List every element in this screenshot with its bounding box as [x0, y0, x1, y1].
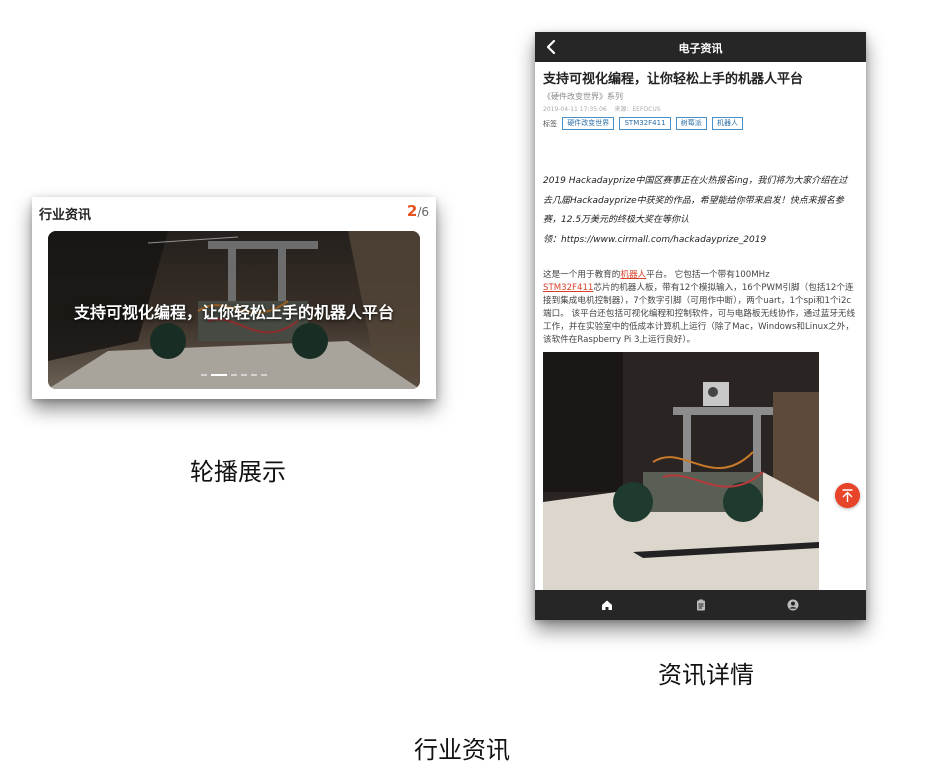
carousel-title: 行业资讯 [39, 208, 92, 223]
robot-link[interactable]: 机器人 [620, 270, 646, 280]
carousel-caption: 支持可视化编程，让你轻松上手的机器人平台 [73, 303, 394, 322]
robot-photo-icon [543, 352, 819, 592]
tags-label: 标签 [543, 119, 557, 128]
intro-line: 去几届Hackadayprize中获奖的作品，希望能给你带来启发！快点来报名参 [543, 195, 844, 206]
article-tags: 标签 硬件改变世界 STM32F411 树莓派 机器人 [543, 117, 746, 130]
tag-chip[interactable]: 树莓派 [675, 117, 707, 130]
home-icon[interactable] [601, 599, 613, 611]
carousel-counter: 2/6 [407, 202, 429, 220]
stm32-link[interactable]: STM32F411 [543, 283, 593, 293]
bottom-navigation [535, 590, 866, 620]
clipboard-icon[interactable] [695, 599, 707, 611]
article-source: 来源：EEFOCUS [614, 106, 661, 113]
body-paragraph: 这是一个用于教育的机器人平台。 它包括一个带有100MHz STM32F411芯片… [543, 269, 856, 347]
carousel-section-label: 轮播展示 [190, 458, 286, 486]
intro-line: 赛，12.5万美元的终极大奖在等你认 [543, 215, 690, 225]
main-section-label: 行业资讯 [414, 736, 510, 764]
carousel-pagination[interactable] [48, 364, 420, 383]
article-detail-screen: 电子资讯 支持可视化编程，让你轻松上手的机器人平台 《硬件改变世界》系列 201… [535, 32, 866, 620]
article-title: 支持可视化编程，让你轻松上手的机器人平台 [543, 72, 804, 87]
detail-section-label: 资讯详情 [658, 661, 754, 689]
carousel-dot[interactable] [261, 373, 267, 376]
carousel-dot-active[interactable] [211, 373, 227, 376]
article-series[interactable]: 《硬件改变世界》系列 [543, 91, 623, 102]
top-app-bar: 电子资讯 [535, 32, 866, 62]
body-text-segment: 平台。 它包括一个带有100MHz [646, 270, 770, 280]
intro-line: 领：https://www.cirmall.com/hackadayprize_… [543, 234, 767, 245]
body-text-segment: 这是一个用于教育的 [543, 270, 621, 280]
carousel-total: /6 [417, 205, 429, 219]
carousel-card[interactable]: 行业资讯 2/6 支持可视化编程，让你轻松上手的机器人平台 [32, 197, 436, 399]
page-title: 电子资讯 [678, 42, 723, 55]
carousel-dot[interactable] [251, 373, 257, 376]
carousel-header: 行业资讯 2/6 [32, 197, 436, 227]
tag-chip[interactable]: STM32F411 [619, 117, 671, 130]
user-icon[interactable] [787, 599, 799, 611]
tag-chip[interactable]: 机器人 [712, 117, 743, 130]
intro-line: 2019 Hackadayprize中国区赛事正在火热报名ing，我们将为大家介… [543, 176, 848, 186]
article-body: 这是一个用于教育的机器人平台。 它包括一个带有100MHz STM32F411芯片… [543, 269, 856, 347]
carousel-dot[interactable] [201, 373, 207, 376]
carousel-dot[interactable] [241, 373, 247, 376]
carousel-dot[interactable] [231, 373, 237, 376]
carousel-current-index: 2 [406, 202, 418, 220]
carousel-slide[interactable]: 支持可视化编程，让你轻松上手的机器人平台 [48, 231, 420, 389]
tag-chip[interactable]: 硬件改变世界 [562, 117, 615, 130]
article-date: 2019-04-11 17:35:06 [543, 106, 607, 113]
article-intro: 2019 Hackadayprize中国区赛事正在火热报名ing，我们将为大家介… [543, 172, 856, 250]
article-meta: 2019-04-11 17:35:06 来源：EEFOCUS [543, 104, 661, 113]
back-to-top-icon[interactable] [835, 483, 860, 508]
